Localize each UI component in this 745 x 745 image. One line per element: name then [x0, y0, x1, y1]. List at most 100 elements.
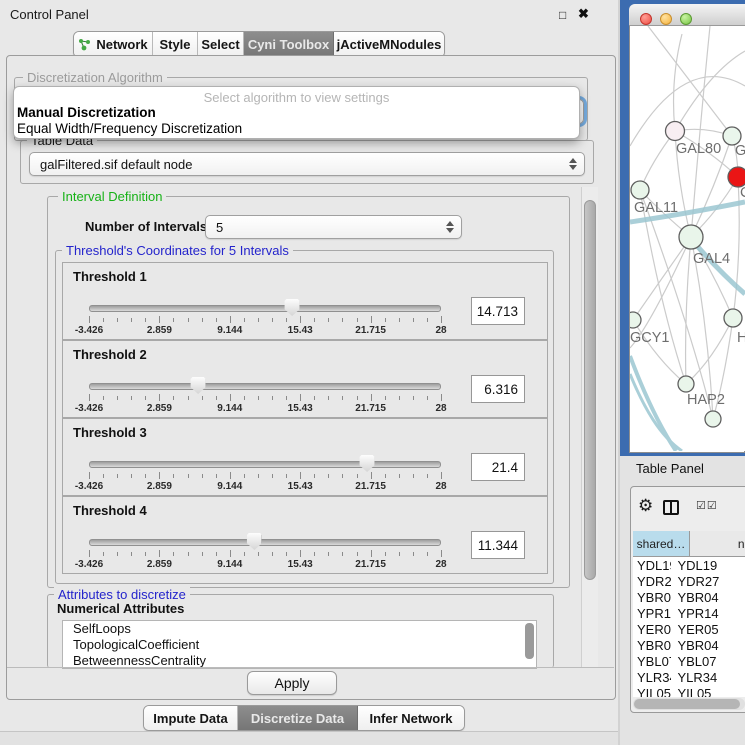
threshold-panel-1: Threshold 1 -3.4262.8599.14415.4321.7152…	[62, 262, 548, 340]
network-node[interactable]	[630, 312, 641, 328]
slider-tick	[328, 474, 329, 478]
threshold-value-field[interactable]: 21.4	[471, 453, 525, 481]
network-window-titlebar[interactable]	[629, 4, 745, 26]
network-node[interactable]	[666, 122, 685, 141]
slider-tick	[230, 550, 231, 557]
table-row[interactable]: YBR045CYBR04	[633, 637, 745, 653]
numerical-attributes-list[interactable]: SelfLoopsTopologicalCoefficientBetweenne…	[62, 620, 537, 669]
table-row[interactable]: YIL052CYIL05	[633, 685, 745, 697]
network-canvas[interactable]: GAL80GACGAL11GAL4GCY1HHAP2	[630, 26, 745, 451]
minimize-traffic-light-icon[interactable]	[660, 13, 672, 25]
network-node[interactable]	[679, 225, 703, 249]
threshold-value-field[interactable]: 14.713	[471, 297, 525, 325]
threshold-panel-3: Threshold 3 -3.4262.8599.14415.4321.7152…	[62, 418, 548, 496]
close-panel-icon[interactable]: ✖	[578, 5, 589, 23]
slider-thumb[interactable]	[285, 299, 300, 316]
threshold-label: Threshold 3	[73, 425, 147, 440]
threshold-slider[interactable]: -3.4262.8599.14415.4321.71528	[89, 377, 441, 413]
tab-discretize-data[interactable]: Discretize Data	[238, 706, 358, 730]
apply-button[interactable]: Apply	[247, 671, 337, 695]
slider-tick	[441, 472, 442, 479]
slider-tick-label: 28	[435, 481, 446, 492]
table-hscrollbar-thumb[interactable]	[634, 699, 740, 709]
slider-ticks	[89, 472, 441, 481]
column-header-shared-name[interactable]: shared…	[633, 531, 690, 557]
slider-tick	[145, 552, 146, 556]
column-layout-icon[interactable]	[663, 500, 679, 515]
tab-jactivemnodules[interactable]: jActiveMNodules	[334, 32, 444, 57]
slider-tick	[385, 396, 386, 400]
node-table[interactable]: shared… na YDL19…YDL19YDR27…YDR27YBR043C…	[633, 531, 745, 697]
slider-tick	[258, 318, 259, 322]
tab-cyni-toolbox[interactable]: Cyni Toolbox	[244, 32, 334, 57]
number-of-intervals-combobox[interactable]: 5	[205, 215, 462, 239]
network-node[interactable]	[631, 181, 649, 199]
table-row[interactable]: YLR345WYLR34	[633, 669, 745, 685]
network-node[interactable]	[705, 411, 721, 427]
float-window-icon[interactable]: □	[559, 6, 566, 24]
slider-tick	[173, 396, 174, 400]
slider-tick-label: 28	[435, 325, 446, 336]
tab-impute-data[interactable]: Impute Data	[144, 706, 238, 730]
list-scrollbar-thumb[interactable]	[525, 623, 534, 659]
slider-thumb[interactable]	[191, 377, 206, 394]
algorithm-option-equal-width[interactable]: Equal Width/Frequency Discretization	[17, 121, 242, 136]
slider-tick-label: 9.144	[217, 325, 242, 336]
table-row[interactable]: YDR27…YDR27	[633, 573, 745, 589]
slider-thumb[interactable]	[360, 455, 375, 472]
algorithm-option-manual[interactable]: Manual Discretization	[17, 105, 156, 120]
table-row[interactable]: YPR145WYPR14	[633, 605, 745, 621]
table-data-selected-value: galFiltered.sif default node	[40, 157, 192, 172]
table-row[interactable]: YER054CYER05	[633, 621, 745, 637]
slider-tick-label: 9.144	[217, 559, 242, 570]
threshold-slider[interactable]: -3.4262.8599.14415.4321.71528	[89, 533, 441, 569]
close-traffic-light-icon[interactable]	[640, 13, 652, 25]
slider-tick	[188, 474, 189, 478]
slider-tick-label: -3.426	[75, 481, 103, 492]
tab-select[interactable]: Select	[198, 32, 244, 57]
table-cell: YBR04	[671, 638, 745, 653]
slider-tick	[230, 394, 231, 401]
slider-tick	[413, 552, 414, 556]
threshold-slider[interactable]: -3.4262.8599.14415.4321.71528	[89, 299, 441, 335]
attribute-list-item[interactable]: TopologicalCoefficient	[63, 637, 536, 653]
tab-network[interactable]: Network	[74, 32, 153, 57]
interval-definition-title: Interval Definition	[58, 189, 166, 204]
slider-tick	[103, 318, 104, 322]
select-columns-icon[interactable]: ☑☑	[696, 499, 718, 512]
slider-tick	[117, 396, 118, 400]
slider-tick	[216, 396, 217, 400]
network-node[interactable]	[724, 309, 742, 327]
network-node[interactable]	[728, 167, 745, 187]
threshold-value-field[interactable]: 11.344	[471, 531, 525, 559]
slider-tick	[117, 474, 118, 478]
column-header-name[interactable]: na	[690, 531, 745, 557]
slider-thumb[interactable]	[247, 533, 262, 550]
slider-tick	[230, 316, 231, 323]
table-row[interactable]: YBL079WYBL07	[633, 653, 745, 669]
tab-infer-network[interactable]: Infer Network	[358, 706, 464, 730]
algorithm-placeholder: Select algorithm to view settings	[14, 90, 579, 105]
zoom-traffic-light-icon[interactable]	[680, 13, 692, 25]
settings-scrollbar-thumb[interactable]	[584, 200, 596, 580]
slider-tick	[131, 396, 132, 400]
threshold-slider[interactable]: -3.4262.8599.14415.4321.71528	[89, 455, 441, 491]
table-row[interactable]: YDL19…YDL19	[633, 557, 745, 573]
settings-scrollbar[interactable]	[581, 187, 598, 667]
slider-tick	[202, 552, 203, 556]
slider-tick	[258, 552, 259, 556]
tab-style[interactable]: Style	[153, 32, 198, 57]
table-cell: YPR14	[671, 606, 745, 621]
cyni-mode-tabbar: Impute Data Discretize Data Infer Networ…	[143, 705, 465, 731]
table-row[interactable]: YBR043CYBR04	[633, 589, 745, 605]
table-hscrollbar[interactable]	[633, 698, 745, 710]
gear-icon[interactable]: ⚙	[638, 496, 653, 516]
network-node[interactable]	[678, 376, 694, 392]
slider-tick	[413, 318, 414, 322]
network-node-label: GAL4	[693, 251, 730, 267]
attribute-list-item[interactable]: SelfLoops	[63, 621, 536, 637]
thresholds-group-title: Threshold's Coordinates for 5 Intervals	[62, 243, 293, 258]
threshold-value-field[interactable]: 6.316	[471, 375, 525, 403]
table-data-combobox[interactable]: galFiltered.sif default node	[29, 152, 585, 176]
table-cell: YLR345W	[633, 670, 671, 685]
